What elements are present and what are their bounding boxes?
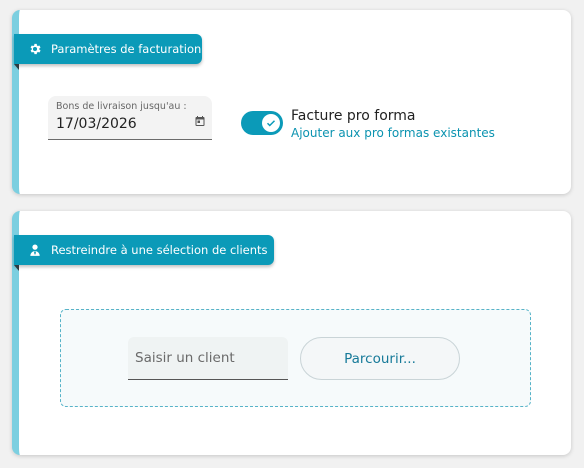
billing-settings-header: Paramètres de facturation — [14, 34, 202, 70]
proforma-toggle-sublabel: Ajouter aux pro formas existantes — [291, 126, 495, 140]
client-selection-zone: Parcourir... — [60, 309, 531, 407]
check-icon — [265, 114, 277, 133]
proforma-toggle[interactable] — [241, 111, 283, 135]
toggle-knob — [262, 114, 280, 132]
date-field-value[interactable]: 17/03/2026 — [56, 116, 137, 132]
calendar-icon[interactable] — [194, 112, 206, 126]
client-restriction-card: Restreindre à une sélection de clients P… — [12, 211, 571, 455]
browse-clients-button[interactable]: Parcourir... — [300, 337, 460, 380]
proforma-toggle-label: Facture pro forma — [291, 108, 416, 124]
person-icon — [28, 243, 42, 257]
billing-settings-title: Paramètres de facturation — [51, 42, 202, 56]
client-search-input[interactable] — [128, 337, 288, 380]
delivery-notes-date-field[interactable]: Bons de livraison jusqu'au : 17/03/2026 — [48, 96, 212, 140]
client-restriction-header: Restreindre à une sélection de clients — [14, 235, 274, 271]
gear-icon — [28, 42, 42, 56]
date-field-label: Bons de livraison jusqu'au : — [56, 101, 187, 112]
client-restriction-title: Restreindre à une sélection de clients — [51, 243, 268, 257]
billing-settings-card: Paramètres de facturation Bons de livrai… — [12, 10, 571, 194]
